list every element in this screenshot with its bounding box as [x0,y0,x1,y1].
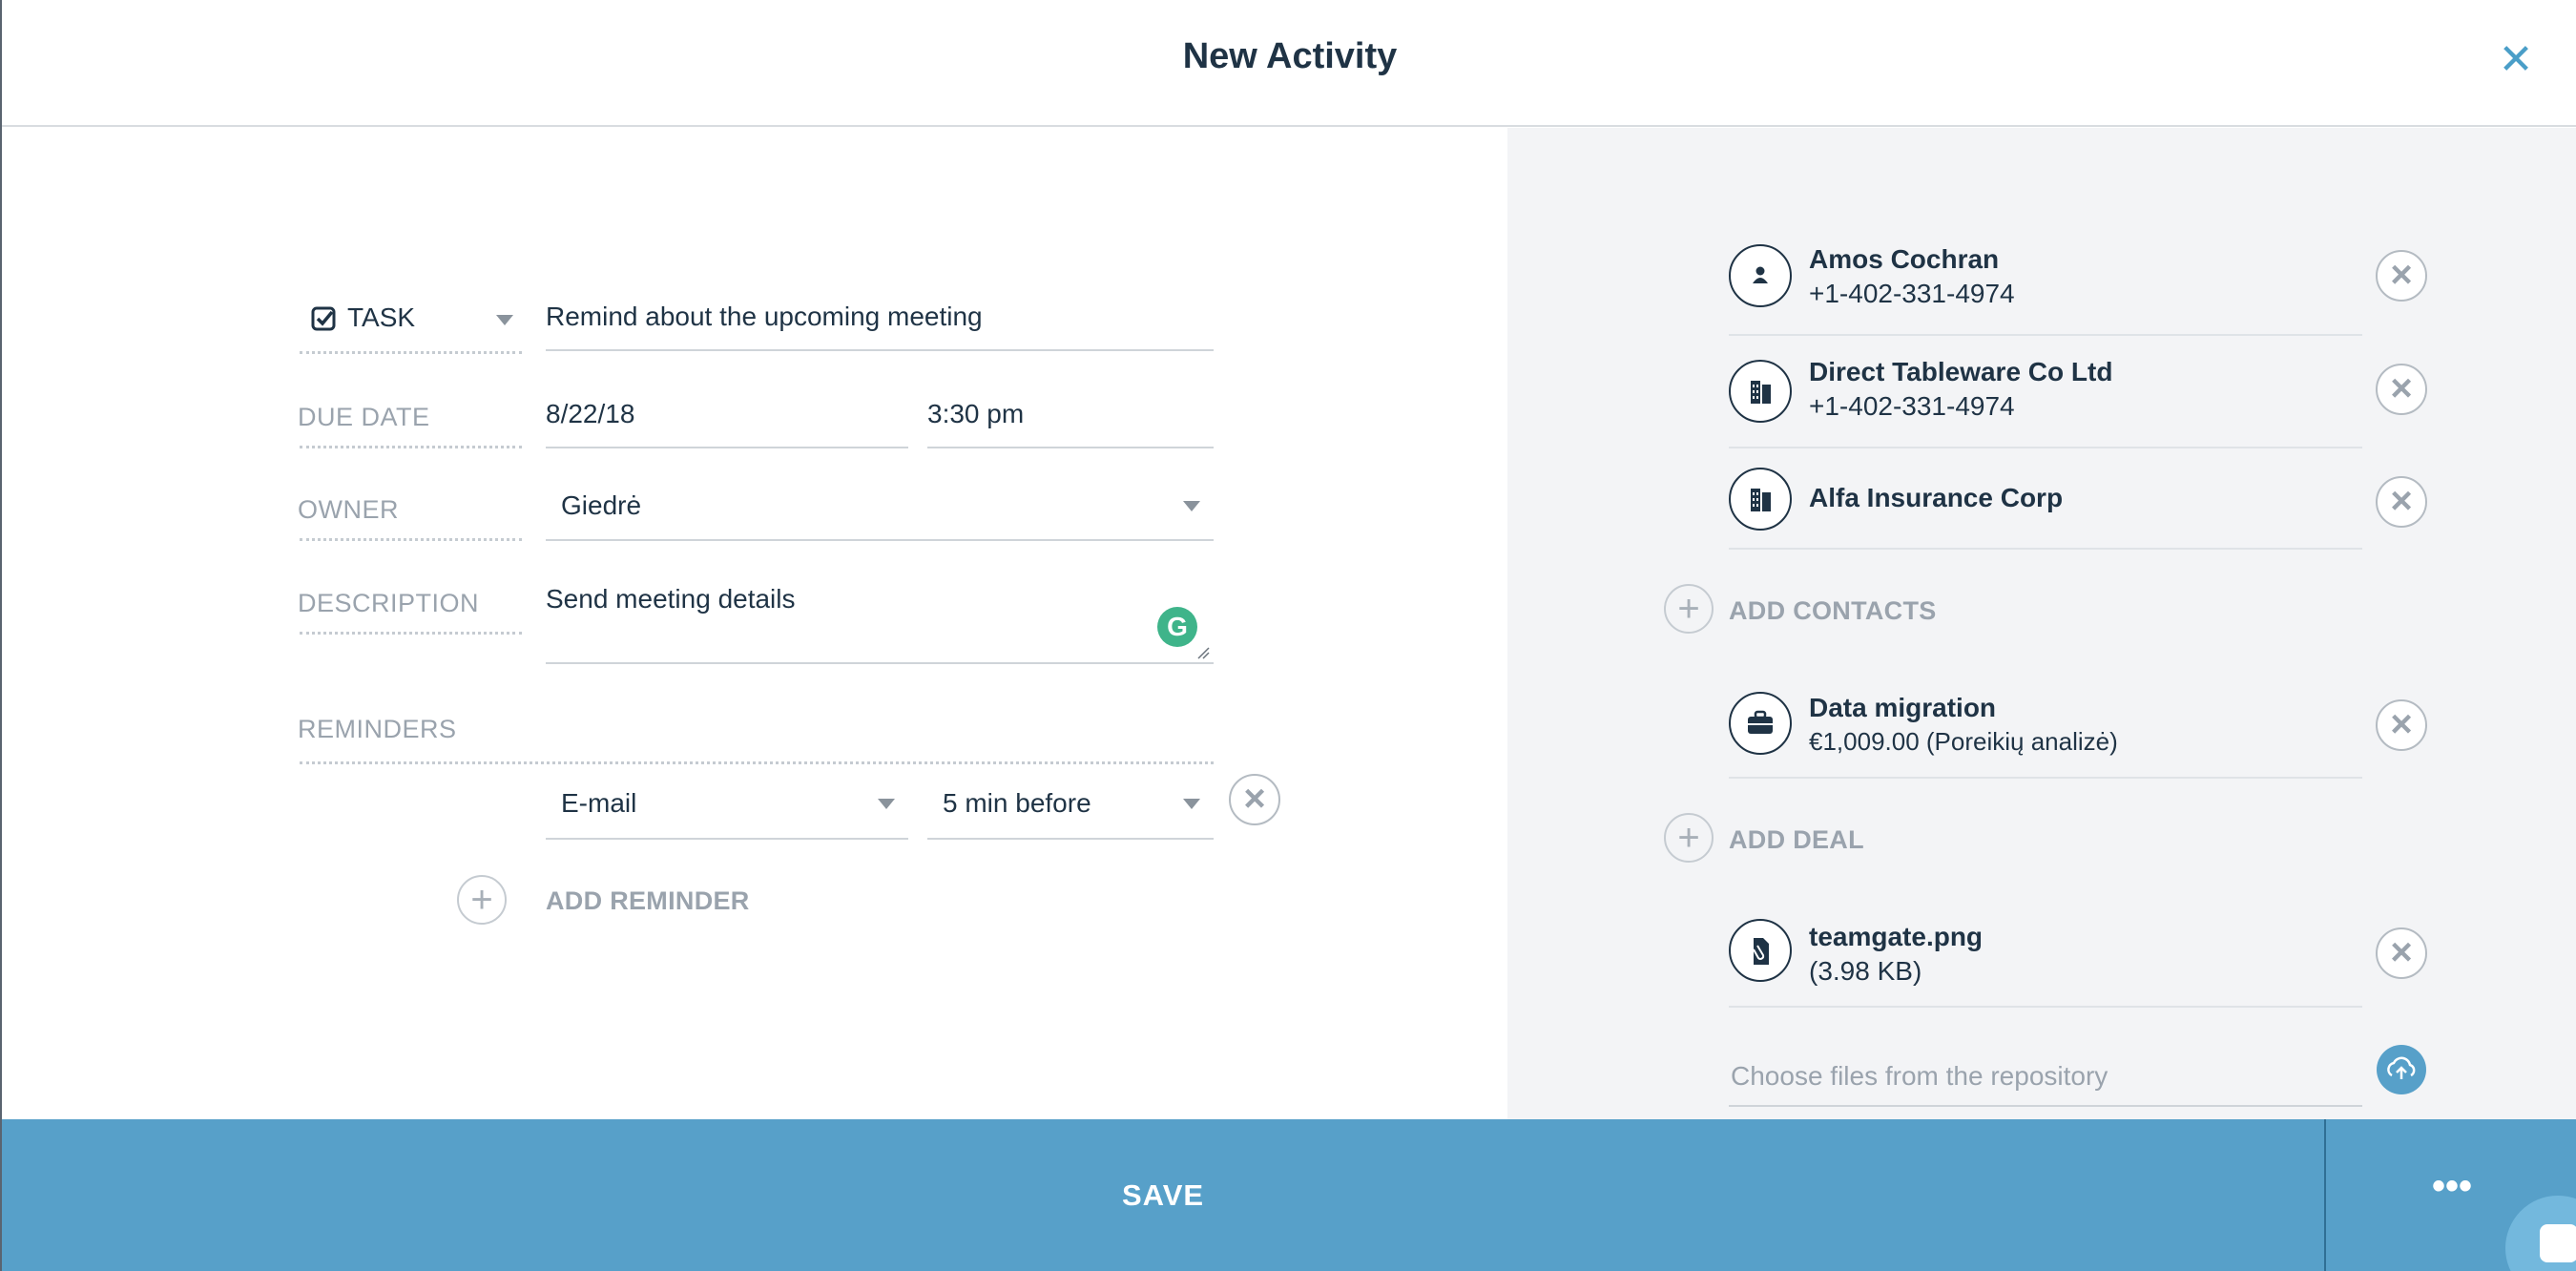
dialog-header: New Activity ✕ [2,0,2576,127]
briefcase-icon [1729,692,1792,755]
remove-contact-button[interactable]: × [2376,476,2427,528]
file-name[interactable]: teamgate.png [1809,922,1983,952]
deal-name[interactable]: Data migration [1809,693,1996,723]
add-deal-button[interactable]: + [1664,813,1714,863]
contact-name[interactable]: Amos Cochran [1809,244,1999,275]
owner-label: OWNER [298,495,399,524]
chevron-down-icon [878,799,895,809]
contact-name[interactable]: Alfa Insurance Corp [1809,483,2063,513]
remove-contact-button[interactable]: × [2376,364,2427,415]
grammarly-icon[interactable]: G [1157,607,1197,647]
due-date-divider [300,446,522,448]
remove-reminder-button[interactable]: × [1229,774,1280,825]
chevron-down-icon [1183,799,1200,809]
due-time-value: 3:30 pm [927,399,1025,428]
resize-handle-icon[interactable] [1196,646,1210,659]
reminder-method-select[interactable]: E-mail [546,784,908,840]
remove-deal-button[interactable]: × [2376,699,2427,751]
file-size: (3.98 KB) [1809,956,1922,986]
cloud-upload-icon[interactable] [2377,1045,2426,1094]
due-date-input[interactable]: 8/22/18 [546,399,908,448]
add-contacts-label[interactable]: ADD CONTACTS [1729,596,1937,626]
add-reminder-button[interactable]: + [457,875,507,925]
contact-phone: +1-402-331-4974 [1809,391,2015,421]
save-button[interactable]: SAVE [2,1119,2324,1271]
person-icon [1729,244,1792,307]
add-deal-label[interactable]: ADD DEAL [1729,825,1864,855]
description-label: DESCRIPTION [298,589,480,617]
subject-value: Remind about the upcoming meeting [546,302,983,331]
repository-input[interactable]: Choose files from the repository [1729,1053,2362,1107]
remove-file-button[interactable]: × [2376,927,2427,979]
reminders-divider [300,761,1214,764]
reminder-offset-value: 5 min before [943,788,1091,818]
description-divider [300,632,522,635]
contact-phone: +1-402-331-4974 [1809,279,2015,308]
due-time-input[interactable]: 3:30 pm [927,399,1214,448]
description-textarea[interactable]: Send meeting details [546,584,1214,664]
paperclip-icon [1729,919,1792,982]
deal-value: €1,009.00 (Poreikių analizė) [1809,727,2118,756]
remove-contact-button[interactable]: × [2376,250,2427,302]
due-date-value: 8/22/18 [546,399,635,428]
close-icon[interactable]: ✕ [2492,36,2540,84]
reminder-offset-select[interactable]: 5 min before [927,784,1214,840]
reminder-method-value: E-mail [561,788,637,818]
activity-type-label: TASK [347,302,416,332]
type-divider [300,351,522,354]
owner-value: Giedrė [561,490,642,520]
description-value: Send meeting details [546,584,796,614]
dialog-footer: SAVE ••• [2,1119,2576,1271]
add-contacts-button[interactable]: + [1664,584,1714,634]
reminders-label: REMINDERS [298,715,457,743]
building-icon [1729,468,1792,531]
contact-name[interactable]: Direct Tableware Co Ltd [1809,357,2112,387]
activity-type-select[interactable]: TASK [298,298,522,342]
chevron-down-icon [1183,501,1200,511]
new-activity-dialog: New Activity ✕ TASK Remind about the upc… [0,0,2576,1271]
owner-select[interactable]: Giedrė [546,489,1214,541]
add-reminder-label[interactable]: ADD REMINDER [546,886,750,916]
owner-divider [300,538,522,541]
page-title: New Activity [1182,36,1398,76]
chevron-down-icon [496,315,513,325]
checkbox-icon [311,306,336,331]
repository-placeholder: Choose files from the repository [1731,1061,2109,1091]
due-date-label: DUE DATE [298,403,430,431]
subject-input[interactable]: Remind about the upcoming meeting [546,302,1214,351]
building-icon [1729,360,1792,423]
